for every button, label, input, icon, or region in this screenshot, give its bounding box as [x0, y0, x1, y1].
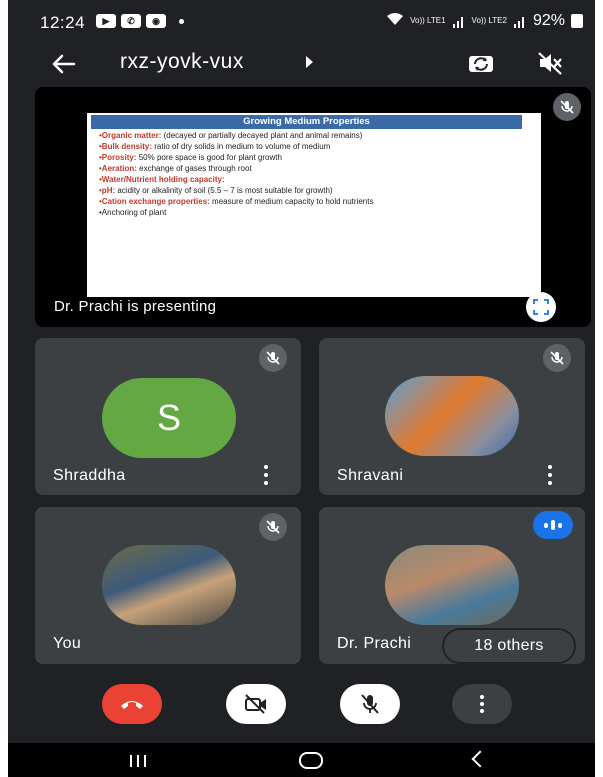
shared-slide: Growing Medium Properties •Organic matte… — [87, 113, 541, 297]
more-vert-icon[interactable] — [258, 465, 274, 485]
slide-bullet-label: •pH: — [99, 185, 116, 195]
status-right: Vo)) LTE1 Vo)) LTE2 92% — [386, 12, 583, 30]
mic-off-icon — [543, 344, 571, 372]
slide-bullet-label: •Porosity: — [99, 153, 137, 162]
signal-2-icon — [513, 15, 527, 28]
participant-tile-you[interactable]: You — [35, 507, 301, 664]
slide-bullet-label: •Organic matter: — [99, 131, 162, 140]
volume-off-icon[interactable] — [536, 49, 564, 77]
mic-off-icon — [553, 93, 581, 121]
app-icon: ◉ — [146, 14, 166, 28]
signal-1-icon — [452, 15, 466, 28]
wifi-icon — [386, 12, 404, 30]
slide-bullet: •Anchoring of plant — [99, 208, 519, 219]
camera-off-icon — [245, 694, 266, 714]
slide-bullet: •Aeration: exchange of gases through roo… — [99, 164, 519, 175]
slide-bullet-text: acidity or alkalinity of soil (5.5 – 7 i… — [115, 185, 333, 195]
slide-title: Growing Medium Properties — [91, 115, 522, 129]
system-nav-bar — [8, 743, 595, 777]
slide-bullet-label: •Water/Nutrient holding capacity: — [99, 175, 225, 184]
end-call-button[interactable] — [102, 684, 162, 724]
mic-off-icon — [361, 694, 379, 714]
slide-bullet-text: exchange of gases through root — [136, 163, 252, 173]
avatar — [385, 545, 519, 625]
notification-icons: ▶ ✆ ◉ — [96, 14, 184, 28]
message-icon: ▶ — [96, 14, 116, 28]
slide-bullet-text: 50% pore space is good for plant growth — [136, 153, 282, 162]
mic-toggle-button[interactable] — [340, 684, 400, 724]
whatsapp-icon: ✆ — [121, 14, 141, 28]
others-chip[interactable]: 18 others — [444, 630, 574, 662]
caret-right-icon[interactable] — [306, 56, 313, 68]
meet-call-screen: 12:24 ▶ ✆ ◉ Vo)) LTE1 Vo)) LTE2 92% rxz-… — [8, 0, 595, 777]
presenting-caption: Dr. Prachi is presenting — [54, 298, 217, 315]
slide-bullet-text: ratio of dry solids in medium to volume … — [152, 141, 331, 151]
mic-off-icon — [259, 513, 287, 541]
avatar — [385, 376, 519, 456]
slide-bullet: •pH: acidity or alkalinity of soil (5.5 … — [99, 186, 519, 197]
slide-bullet: •Bulk density: ratio of dry solids in me… — [99, 142, 519, 153]
slide-bullet-label: •Cation exchange properties: — [99, 197, 210, 206]
mic-off-icon — [259, 344, 287, 372]
battery-icon — [571, 14, 583, 28]
home-icon[interactable] — [299, 752, 323, 769]
end-call-icon — [121, 701, 143, 709]
slide-bullet: •Water/Nutrient holding capacity: — [99, 175, 519, 186]
camera-switch-icon[interactable] — [466, 48, 496, 78]
battery-percent: 92% — [532, 12, 565, 29]
nav-back-icon[interactable] — [471, 750, 489, 768]
avatar: S — [102, 378, 236, 458]
network-1-label: Vo)) LTE1 — [410, 16, 446, 25]
network-2-label: Vo)) LTE2 — [471, 16, 507, 25]
slide-bullet-text: measure of medium capacity to hold nutri… — [209, 197, 374, 206]
more-options-button[interactable] — [452, 684, 512, 724]
more-notifications-icon — [179, 18, 184, 24]
avatar — [102, 545, 236, 625]
participant-tile-shraddha[interactable]: S Shraddha — [35, 338, 301, 495]
participant-tile-shravani[interactable]: Shravani — [319, 338, 585, 495]
status-bar: 12:24 ▶ ✆ ◉ Vo)) LTE1 Vo)) LTE2 92% — [8, 0, 595, 44]
status-time: 12:24 — [40, 13, 86, 32]
speaking-indicator-icon — [533, 511, 573, 539]
participant-name: Shraddha — [53, 467, 126, 484]
presentation-tile[interactable]: Growing Medium Properties •Organic matte… — [35, 87, 591, 327]
more-vert-icon[interactable] — [542, 465, 558, 485]
slide-bullet: •Organic matter: (decayed or partially d… — [99, 131, 519, 142]
fullscreen-icon[interactable] — [526, 292, 556, 322]
slide-bullet-text: •Anchoring of plant — [99, 207, 167, 217]
participant-name: Dr. Prachi — [337, 635, 412, 652]
slide-bullet-text: (decayed or partially decayed plant and … — [161, 131, 363, 140]
recent-apps-icon[interactable] — [130, 755, 146, 767]
participant-name: You — [53, 635, 82, 652]
more-options-icon — [480, 695, 484, 713]
slide-content: •Organic matter: (decayed or partially d… — [99, 131, 519, 218]
participant-name: Shravani — [337, 467, 404, 484]
slide-bullet-label: •Aeration: — [99, 163, 137, 173]
slide-bullet: •Porosity: 50% pore space is good for pl… — [99, 153, 519, 164]
back-arrow-icon[interactable] — [50, 50, 78, 78]
meeting-code[interactable]: rxz-yovk-vux — [120, 50, 244, 74]
slide-bullet: •Cation exchange properties: measure of … — [99, 197, 519, 208]
slide-bullet-label: •Bulk density: — [99, 141, 153, 151]
camera-toggle-button[interactable] — [226, 684, 286, 724]
meeting-header: rxz-yovk-vux — [8, 44, 595, 84]
